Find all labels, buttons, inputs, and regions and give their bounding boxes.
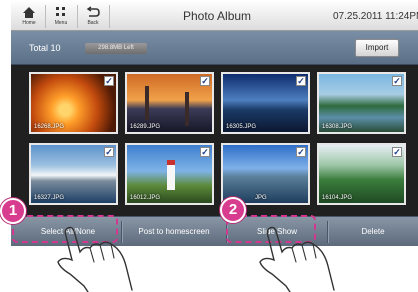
checkmark-icon[interactable]: ✓: [392, 147, 402, 157]
photo-thumb[interactable]: ✓ JPG: [221, 143, 310, 205]
photo-thumb[interactable]: ✓ 16104.JPG: [317, 143, 406, 205]
back-arrow-icon: [79, 6, 107, 20]
storage-badge: 298.8MB Left: [85, 43, 147, 54]
menu-label: Menu: [54, 20, 68, 26]
menu-grid-icon: [47, 6, 75, 20]
app-title: Photo Album: [183, 9, 252, 23]
photo-filename: 16305.JPG: [226, 124, 257, 130]
photo-thumb[interactable]: ✓ 16305.JPG: [221, 72, 310, 134]
photo-count: Total 10: [29, 43, 61, 53]
back-label: Back: [87, 20, 99, 26]
clock: 07.25.2011 11:24PM: [333, 11, 418, 22]
top-bar: Home Menu Back Photo Album 07.25.2011 11…: [11, 2, 418, 31]
tapping-hand-icon: [57, 226, 133, 292]
checkmark-icon[interactable]: ✓: [200, 76, 210, 86]
photo-thumb[interactable]: ✓ 16268.JPG: [29, 72, 118, 134]
lighthouse: [167, 160, 175, 190]
home-icon: [15, 6, 43, 20]
menu-button[interactable]: Menu: [47, 4, 75, 29]
photo-filename: 16289.JPG: [130, 124, 161, 130]
photo-filename: 16308.JPG: [322, 124, 353, 130]
tapping-hand-icon: [259, 226, 335, 292]
divider: [109, 5, 110, 28]
checkmark-icon[interactable]: ✓: [392, 76, 402, 86]
photo-thumb[interactable]: ✓ 16308.JPG: [317, 72, 406, 134]
photo-thumb[interactable]: ✓ 16289.JPG: [125, 72, 214, 134]
photo-filename: 16268.JPG: [34, 124, 65, 130]
photo-thumb[interactable]: ✓ 16012.JPG: [125, 143, 214, 205]
album-toolbar: Total 10 298.8MB Left Import: [11, 31, 418, 65]
home-label: Home: [22, 20, 36, 26]
photo-grid: ✓ 16268.JPG ✓ 16289.JPG ✓ 16305.JPG ✓ 16…: [11, 66, 418, 216]
divider: [77, 5, 78, 28]
home-button[interactable]: Home: [15, 4, 43, 29]
checkmark-icon[interactable]: ✓: [104, 147, 114, 157]
tablet-screen: Home Menu Back Photo Album 07.25.2011 11…: [11, 2, 418, 246]
checkmark-icon[interactable]: ✓: [104, 76, 114, 86]
import-button[interactable]: Import: [355, 39, 399, 57]
back-button[interactable]: Back: [79, 4, 107, 29]
checkmark-icon[interactable]: ✓: [296, 76, 306, 86]
photo-filename: 16327.JPG: [34, 195, 65, 201]
checkmark-icon[interactable]: ✓: [296, 147, 306, 157]
step-badge-2: 2: [220, 197, 246, 223]
step-badge-1: 1: [0, 198, 26, 224]
photo-filename: 16104.JPG: [322, 195, 353, 201]
bridge-tower: [145, 86, 149, 120]
checkmark-icon[interactable]: ✓: [200, 147, 210, 157]
photo-filename: JPG: [255, 195, 267, 201]
photo-thumb[interactable]: ✓ 16327.JPG: [29, 143, 118, 205]
photo-filename: 16012.JPG: [130, 195, 161, 201]
divider: [45, 5, 46, 28]
